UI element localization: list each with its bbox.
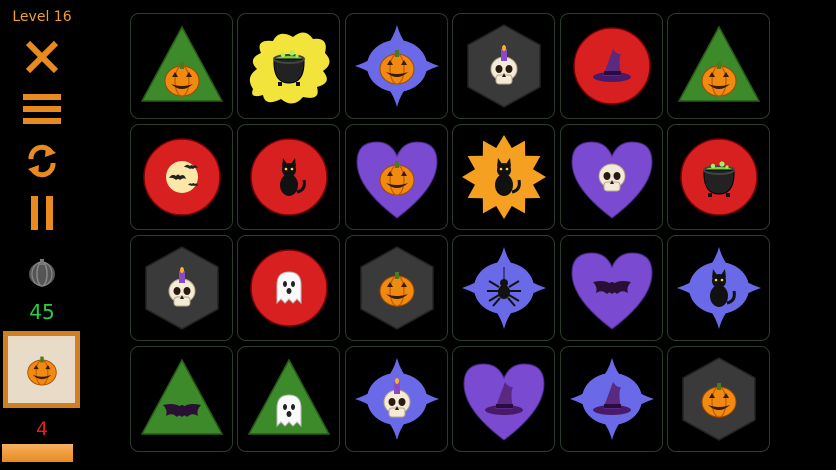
board-tile[interactable] [130,124,233,230]
spider-icon [461,247,546,329]
witch-hat-icon [462,363,545,441]
board-tile[interactable] [452,124,555,230]
skull-candle-icon [466,24,541,108]
cat-icon [461,135,546,219]
board-tile[interactable] [237,346,340,452]
board-tile[interactable] [560,124,663,230]
board-tile[interactable] [345,13,448,119]
board-tile[interactable] [237,124,340,230]
pumpkin-icon [355,141,438,219]
board-tile[interactable] [560,13,663,119]
board-tile[interactable] [452,346,555,452]
cauldron-icon [679,138,758,216]
board-tile[interactable] [130,235,233,341]
ghost-icon [247,358,330,435]
game-board [130,13,776,459]
board-tile[interactable] [237,13,340,119]
skull-candle-icon [354,358,439,440]
board-tile[interactable] [130,13,233,119]
bat-icon [140,358,223,435]
pumpkin-icon [354,25,439,107]
menu-button[interactable] [20,89,64,129]
cauldron-icon [249,32,330,104]
close-icon [25,40,59,74]
board-tile[interactable] [345,235,448,341]
ghost-icon [249,249,328,327]
target-tile [3,331,80,408]
pumpkin-icon [677,25,760,102]
menu-icon [23,94,61,124]
board-tile[interactable] [237,235,340,341]
board-tile[interactable] [667,124,770,230]
board-tile[interactable] [345,124,448,230]
board-tile[interactable] [667,346,770,452]
cat-icon [676,247,761,329]
restart-button[interactable] [20,141,64,181]
board-tile[interactable] [667,13,770,119]
board-tile[interactable] [667,235,770,341]
moves-counter: 4 [35,418,49,440]
board-tile[interactable] [452,235,555,341]
witch-hat-icon [572,27,651,105]
board-tile[interactable] [345,346,448,452]
close-button[interactable] [20,37,64,77]
pumpkin-icon [26,355,57,386]
skull-candle-icon [144,246,219,330]
restart-icon [28,144,56,178]
pumpkin-icon [140,25,223,102]
skull-icon [570,141,653,219]
pumpkin-counter-icon [25,254,59,288]
sidebar: Level 16 45 4 [0,0,84,470]
bat-icon [570,252,653,330]
level-label: Level 16 [12,9,72,25]
pumpkin-icon [681,357,756,441]
progress-bar [2,444,73,462]
target-symbol [8,336,75,403]
pause-button[interactable] [20,193,64,233]
board-tile[interactable] [130,346,233,452]
pumpkin-icon [359,246,434,330]
board-tile[interactable] [560,346,663,452]
moon-bats-icon [142,138,221,216]
board-tile[interactable] [452,13,555,119]
cat-icon [249,138,328,216]
pumpkin-counter: 45 [29,300,55,324]
witch-hat-icon [569,358,654,440]
pause-icon [31,196,53,230]
board-tile[interactable] [560,235,663,341]
